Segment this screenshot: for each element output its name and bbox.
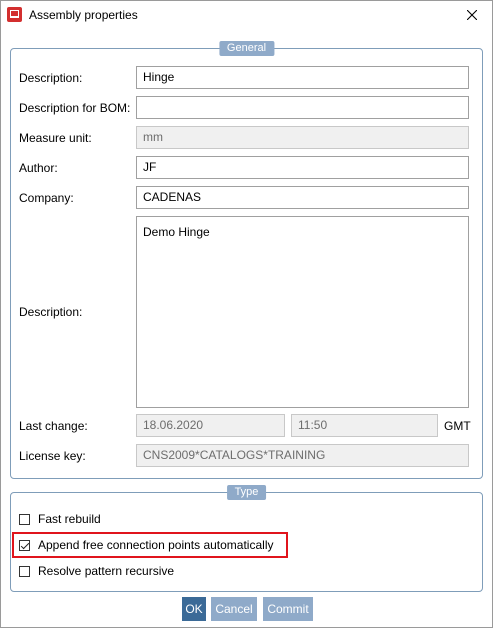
company-input[interactable]: CADENAS	[136, 186, 469, 209]
measure-unit-field: mm	[136, 126, 469, 149]
close-icon	[467, 10, 477, 20]
long-description-textarea[interactable]: Demo Hinge	[136, 216, 469, 408]
dialog-window: Assembly properties General Description:…	[0, 0, 493, 628]
resolve-pattern-checkbox[interactable]	[19, 565, 30, 577]
bom-description-input[interactable]	[136, 96, 469, 119]
append-connection-points-checkbox[interactable]	[19, 539, 30, 551]
measure-unit-label: Measure unit:	[19, 131, 92, 145]
ok-button[interactable]: OK	[182, 597, 206, 621]
company-label: Company:	[19, 191, 74, 205]
license-key-field: CNS2009*CATALOGS*TRAINING	[136, 444, 469, 467]
bom-description-label: Description for BOM:	[19, 101, 131, 115]
author-label: Author:	[19, 161, 58, 175]
fast-rebuild-label: Fast rebuild	[38, 512, 101, 526]
description-label: Description:	[19, 71, 83, 85]
license-key-label: License key:	[19, 449, 86, 463]
type-legend: Type	[226, 485, 267, 500]
append-connection-points-label: Append free connection points automatica…	[38, 538, 274, 552]
window-title: Assembly properties	[29, 8, 138, 22]
title-bar: Assembly properties	[1, 1, 492, 29]
long-description-label: Description:	[19, 305, 83, 319]
timezone-label: GMT	[444, 419, 471, 433]
description-input[interactable]: Hinge	[136, 66, 469, 89]
commit-button[interactable]: Commit	[263, 597, 313, 621]
last-change-date-field: 18.06.2020	[136, 414, 285, 437]
last-change-time-field: 11:50	[291, 414, 438, 437]
last-change-label: Last change:	[19, 419, 88, 433]
close-button[interactable]	[452, 1, 492, 29]
resolve-pattern-label: Resolve pattern recursive	[38, 564, 175, 578]
append-connection-points-option[interactable]: Append free connection points automatica…	[19, 538, 273, 552]
resolve-pattern-option[interactable]: Resolve pattern recursive	[19, 564, 174, 578]
author-input[interactable]: JF	[136, 156, 469, 179]
cancel-button[interactable]: Cancel	[211, 597, 257, 621]
fast-rebuild-option[interactable]: Fast rebuild	[19, 512, 101, 526]
fast-rebuild-checkbox[interactable]	[19, 513, 30, 525]
general-legend: General	[218, 41, 275, 56]
app-icon	[7, 7, 22, 22]
